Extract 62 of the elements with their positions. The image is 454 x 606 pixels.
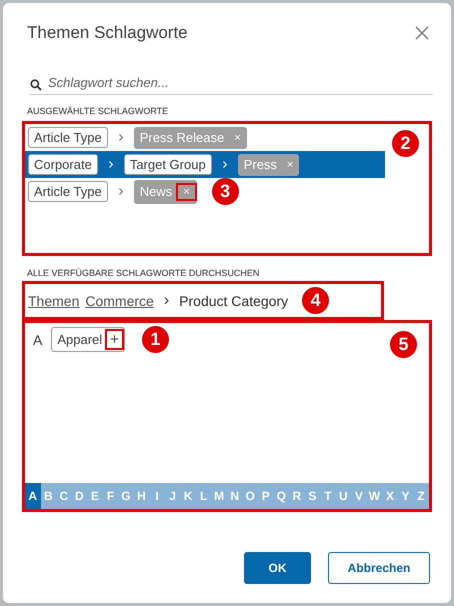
chevron-icon	[118, 188, 123, 195]
tag-row[interactable]: Article Type News × 3	[25, 178, 385, 205]
letter-tab[interactable]: V	[351, 483, 367, 509]
remove-button[interactable]: ×	[176, 182, 197, 200]
letter-tab[interactable]: D	[72, 483, 88, 509]
remove-button[interactable]: ×	[228, 130, 247, 146]
letter-tab[interactable]: Z	[413, 483, 429, 509]
letter-tab[interactable]: G	[118, 483, 134, 509]
cancel-button[interactable]: Abbrechen	[328, 552, 430, 584]
callout-marker: 3	[212, 178, 239, 205]
letter-tab[interactable]: Q	[274, 483, 290, 509]
tag-row[interactable]: Article Type Press Release ×	[25, 124, 385, 151]
callout-marker: 1	[142, 326, 169, 353]
letter-tab[interactable]: T	[320, 483, 336, 509]
breadcrumb-link[interactable]: Themen	[28, 292, 80, 308]
letter-tab[interactable]: X	[382, 483, 398, 509]
search-icon	[30, 78, 42, 90]
breadcrumb-link[interactable]: Commerce	[85, 292, 154, 308]
letter-tab[interactable]: U	[336, 483, 352, 509]
chevron-icon	[108, 161, 113, 168]
path-chip: Target Group	[124, 154, 212, 175]
callout-marker: 5	[390, 331, 417, 358]
letter-tab[interactable]: H	[134, 483, 150, 509]
letter-tab[interactable]: E	[87, 483, 103, 509]
ok-button[interactable]: OK	[244, 552, 311, 584]
group-letter: A	[33, 332, 42, 348]
tag-row[interactable]: Corporate Target Group Press ×	[25, 151, 385, 178]
callout-marker: 4	[302, 287, 330, 314]
section-label: AUSGEWÄHLTE SCHLAGWORTE	[27, 106, 170, 116]
letter-tab[interactable]: K	[180, 483, 196, 509]
breadcrumb-separator: ›	[164, 292, 170, 310]
add-button[interactable]: +	[105, 329, 124, 350]
path-chip: Article Type	[28, 127, 108, 148]
dialog-title: Themen Schlagworte	[27, 23, 188, 43]
letter-tab[interactable]: F	[102, 483, 118, 509]
letter-tab[interactable]: Y	[398, 483, 414, 509]
breadcrumb-current: Product Category	[179, 292, 288, 308]
letter-tab[interactable]: P	[258, 483, 274, 509]
section-label: ALLE VERFÜGBARE SCHLAGWORTE DURCHSUCHEN	[27, 268, 260, 278]
path-chip: Corporate	[28, 154, 98, 175]
letter-tab[interactable]: C	[56, 483, 72, 509]
chevron-icon	[118, 134, 123, 141]
letter-tab[interactable]: J	[164, 483, 180, 509]
letter-tab[interactable]: W	[366, 483, 382, 509]
letter-tab[interactable]: L	[196, 483, 212, 509]
remove-button[interactable]: ×	[280, 156, 300, 172]
letter-tab[interactable]: N	[226, 483, 242, 509]
letter-tab[interactable]: R	[289, 483, 305, 509]
tag-label: Press	[244, 157, 277, 172]
tag-label: Press Release	[140, 130, 224, 145]
letter-tab[interactable]: M	[211, 483, 227, 509]
letter-tab[interactable]: B	[40, 483, 56, 509]
tag-label: Apparel	[57, 332, 102, 347]
letter-tab[interactable]: O	[242, 483, 258, 509]
chevron-icon	[222, 161, 227, 168]
letter-tab[interactable]: I	[149, 483, 165, 509]
path-chip: Article Type	[28, 181, 108, 202]
callout-marker: 2	[392, 130, 419, 157]
letter-tab[interactable]: A	[25, 483, 41, 509]
tag-label: News	[140, 184, 172, 199]
close-icon[interactable]	[415, 26, 429, 40]
letter-tab[interactable]: S	[304, 483, 320, 509]
